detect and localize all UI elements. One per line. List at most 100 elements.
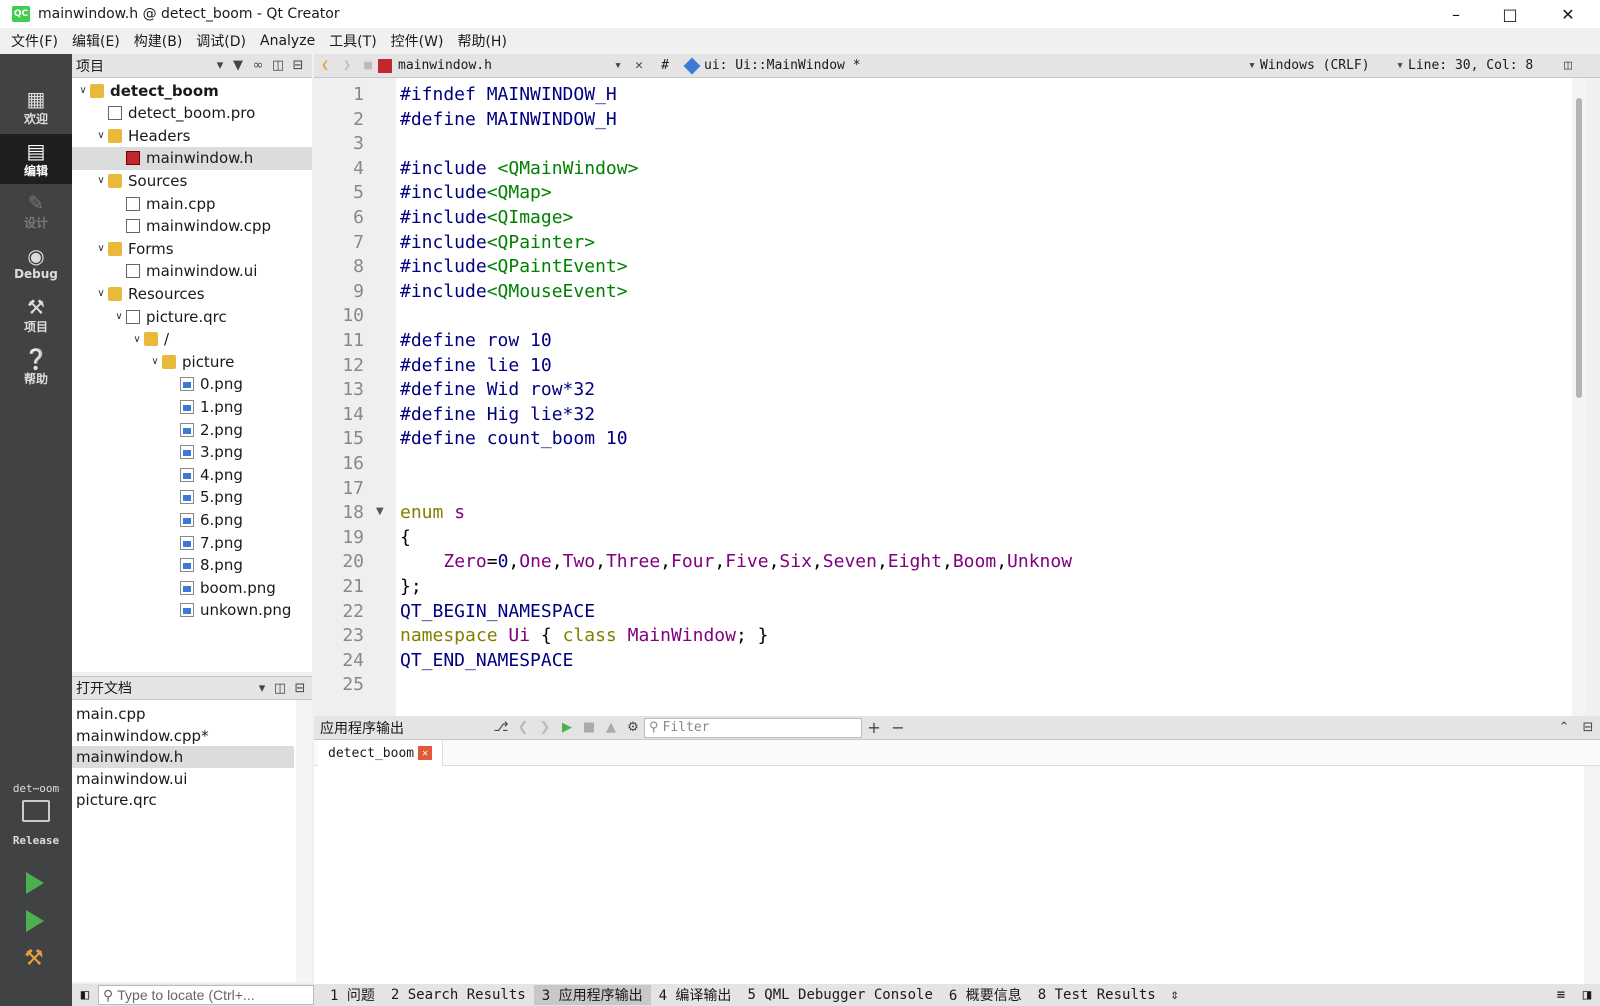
- minimize-button[interactable]: –: [1432, 0, 1480, 28]
- output-tab[interactable]: detect_boom ✕: [318, 740, 444, 766]
- expand-arrow-icon[interactable]: ∨: [94, 288, 108, 299]
- menu-item[interactable]: 构建(B): [127, 31, 190, 51]
- split-icon[interactable]: ◫: [1558, 58, 1578, 73]
- tree-item[interactable]: mainwindow.cpp: [72, 215, 312, 238]
- toggle-right-sidebar-icon[interactable]: ◨: [1574, 987, 1600, 1003]
- expand-arrow-icon[interactable]: ∨: [94, 243, 108, 254]
- locator-input[interactable]: ⚲ Type to locate (Ctrl+...: [98, 985, 314, 1005]
- tree-item[interactable]: 5.png: [72, 486, 312, 509]
- link-icon[interactable]: ∞: [248, 58, 268, 73]
- tree-item[interactable]: 1.png: [72, 395, 312, 418]
- status-tab[interactable]: 6 概要信息: [941, 985, 1030, 1005]
- tree-item[interactable]: 6.png: [72, 508, 312, 531]
- menu-item[interactable]: 文件(F): [4, 31, 65, 51]
- status-tab[interactable]: 5 QML Debugger Console: [739, 987, 940, 1003]
- tree-item[interactable]: main.cpp: [72, 192, 312, 215]
- cursor-position[interactable]: Line: 30, Col: 8: [1408, 58, 1558, 73]
- dropdown-arrow-icon[interactable]: ▾: [1244, 58, 1260, 73]
- expand-arrow-icon[interactable]: ∨: [130, 334, 144, 345]
- tree-item[interactable]: 7.png: [72, 531, 312, 554]
- tree-item[interactable]: ∨ picture: [72, 350, 312, 373]
- tree-item[interactable]: mainwindow.ui: [72, 260, 312, 283]
- dropdown-arrow-icon[interactable]: ▾: [254, 681, 270, 696]
- debug-attach-icon[interactable]: ▲: [600, 720, 622, 735]
- mode-design[interactable]: ✎ 设计: [0, 186, 72, 236]
- menu-item[interactable]: 帮助(H): [450, 31, 513, 51]
- tree-item[interactable]: 2.png: [72, 418, 312, 441]
- open-docs-scrollbar[interactable]: [296, 700, 312, 982]
- menu-item[interactable]: 编辑(E): [65, 31, 127, 51]
- tree-item[interactable]: detect_boom.pro: [72, 102, 312, 125]
- rerun-icon[interactable]: ▶: [556, 720, 578, 735]
- open-doc-item[interactable]: mainwindow.ui: [72, 768, 294, 790]
- prev-icon[interactable]: ❮: [512, 720, 534, 735]
- tree-item[interactable]: 4.png: [72, 463, 312, 486]
- tree-item[interactable]: ∨ detect_boom: [72, 79, 312, 102]
- mode-edit[interactable]: ▤ 编辑: [0, 134, 72, 184]
- output-scrollbar[interactable]: [1584, 766, 1600, 984]
- menu-item[interactable]: 调试(D): [189, 31, 253, 51]
- back-arrow-icon[interactable]: ❮: [314, 58, 336, 73]
- split-icon[interactable]: ◫: [270, 681, 290, 696]
- mode-projects[interactable]: ⚒ 项目: [0, 290, 72, 340]
- stop-icon[interactable]: ■: [578, 720, 600, 735]
- menu-item[interactable]: Analyze: [253, 33, 322, 49]
- open-doc-item[interactable]: mainwindow.h: [72, 746, 294, 769]
- status-tab[interactable]: 8 Test Results: [1030, 987, 1164, 1003]
- forward-arrow-icon[interactable]: ❯: [336, 58, 358, 73]
- expand-arrow-icon[interactable]: ∨: [148, 356, 162, 367]
- expand-arrow-icon[interactable]: ∨: [76, 85, 90, 96]
- status-tab[interactable]: 1 问题: [322, 985, 383, 1005]
- progress-icon[interactable]: ≡: [1548, 987, 1574, 1003]
- tree-item[interactable]: ∨ Headers: [72, 124, 312, 147]
- close-panel-icon[interactable]: ⊟: [288, 58, 308, 73]
- fold-arrow-icon[interactable]: ▼: [376, 506, 384, 517]
- menu-item[interactable]: 工具(T): [322, 31, 383, 51]
- dropdown-arrow-icon[interactable]: ▾: [1392, 58, 1408, 73]
- close-panel-icon[interactable]: ⊟: [290, 681, 310, 696]
- symbol-selector[interactable]: ui: Ui::MainWindow *: [704, 58, 1244, 73]
- attach-icon[interactable]: ⎇: [490, 720, 512, 735]
- open-doc-item[interactable]: main.cpp: [72, 703, 294, 725]
- tree-item[interactable]: boom.png: [72, 576, 312, 599]
- output-filter-input[interactable]: ⚲ Filter: [644, 717, 862, 738]
- tree-item[interactable]: ∨ Forms: [72, 237, 312, 260]
- tree-item[interactable]: ∨ Resources: [72, 282, 312, 305]
- run-icon[interactable]: [26, 872, 44, 894]
- tree-item[interactable]: mainwindow.h: [72, 146, 312, 170]
- tree-item[interactable]: 8.png: [72, 554, 312, 577]
- zoom-in-icon[interactable]: +: [862, 718, 886, 737]
- debug-run-icon[interactable]: [26, 910, 44, 932]
- expand-arrow-icon[interactable]: ∨: [94, 130, 108, 141]
- maximize-pane-icon[interactable]: ⌃: [1552, 720, 1576, 735]
- tree-item[interactable]: 0.png: [72, 373, 312, 396]
- tree-item[interactable]: ∨ /: [72, 328, 312, 351]
- monitor-icon[interactable]: [22, 800, 50, 822]
- tree-item[interactable]: 3.png: [72, 441, 312, 464]
- status-tab[interactable]: 4 编译输出: [651, 985, 740, 1005]
- toggle-sidebar-icon[interactable]: ◧: [72, 987, 98, 1003]
- zoom-out-icon[interactable]: −: [886, 718, 910, 737]
- status-tab[interactable]: 2 Search Results: [383, 987, 534, 1003]
- expand-arrow-icon[interactable]: ∨: [112, 311, 126, 322]
- tree-item[interactable]: ∨ picture.qrc: [72, 305, 312, 328]
- close-tab-icon[interactable]: ✕: [418, 746, 433, 760]
- open-doc-item[interactable]: mainwindow.cpp*: [72, 725, 294, 747]
- scroll-thumb[interactable]: [1576, 98, 1582, 398]
- line-ending-selector[interactable]: Windows (CRLF): [1260, 58, 1392, 73]
- mode-debug[interactable]: ◉ Debug: [0, 238, 72, 288]
- close-pane-icon[interactable]: ⊟: [1576, 720, 1600, 735]
- build-hammer-icon[interactable]: ⚒: [24, 946, 44, 971]
- menu-item[interactable]: 控件(W): [384, 31, 451, 51]
- dropdown-arrow-icon[interactable]: ▾: [212, 58, 228, 73]
- editor-scrollbar[interactable]: [1572, 78, 1586, 716]
- mode-welcome[interactable]: ▦ 欢迎: [0, 82, 72, 132]
- next-icon[interactable]: ❯: [534, 720, 556, 735]
- close-document-icon[interactable]: ✕: [628, 58, 650, 73]
- close-button[interactable]: ✕: [1544, 0, 1592, 28]
- expand-arrow-icon[interactable]: ∨: [94, 175, 108, 186]
- gear-icon[interactable]: ⚙: [622, 720, 644, 735]
- maximize-button[interactable]: □: [1486, 0, 1534, 28]
- mode-help[interactable]: ❔ 帮助: [0, 342, 72, 392]
- open-doc-item[interactable]: picture.qrc: [72, 789, 294, 811]
